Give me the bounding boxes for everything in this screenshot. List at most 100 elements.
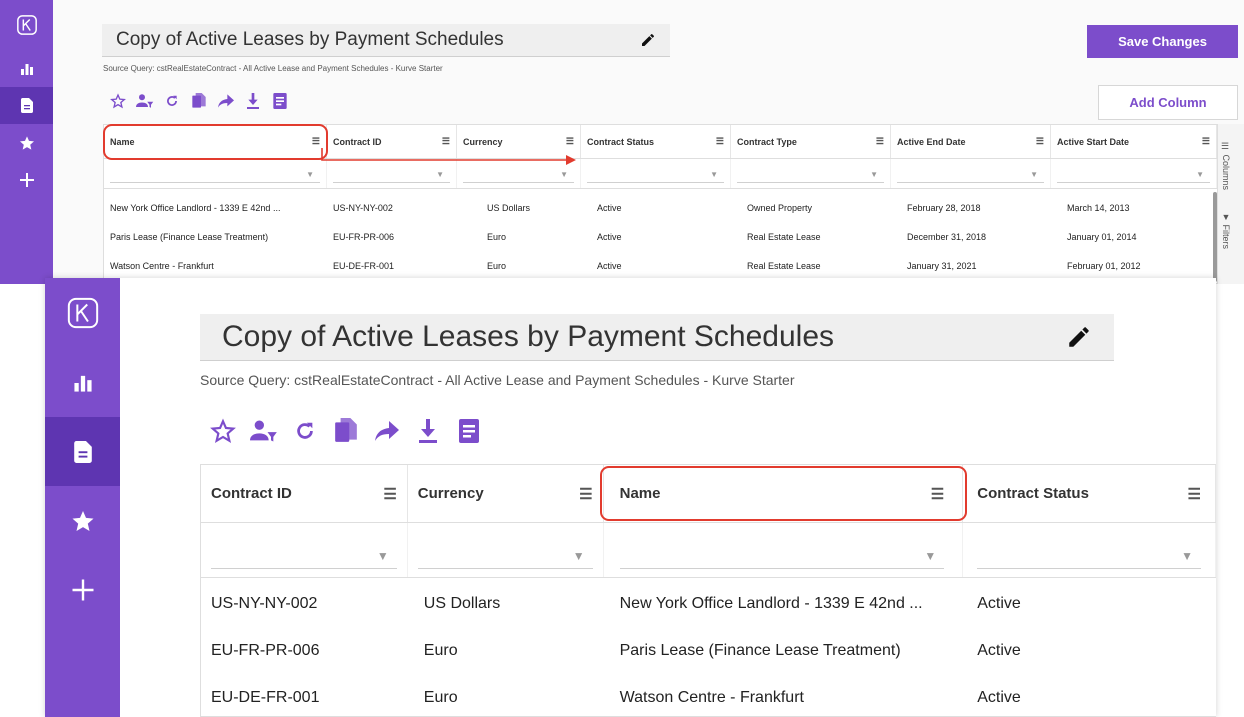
document-icon[interactable] xyxy=(45,417,120,486)
add-column-button[interactable]: Add Column xyxy=(1098,85,1238,120)
star-icon[interactable] xyxy=(0,124,53,161)
column-menu-icon[interactable]: ☰ xyxy=(1036,136,1044,147)
cell-active-end-date: December 31, 2018 xyxy=(907,231,987,242)
filter-input[interactable]: ▼ xyxy=(110,167,320,183)
filter-icon[interactable]: ▼ xyxy=(1181,549,1193,563)
bar-chart-icon[interactable] xyxy=(45,348,120,417)
star-outline-icon[interactable] xyxy=(209,417,237,445)
column-menu-icon[interactable]: ☰ xyxy=(442,136,450,147)
share-icon[interactable] xyxy=(373,417,401,445)
filter-input[interactable]: ▼ xyxy=(463,167,574,183)
column-header-contract-status[interactable]: Contract Status ☰ xyxy=(581,125,731,158)
filter-input[interactable]: ▼ xyxy=(587,167,724,183)
table-row[interactable]: Watson Centre - Frankfurt EU-DE-FR-001 E… xyxy=(104,251,1217,280)
kurve-logo-icon[interactable] xyxy=(16,0,38,50)
filter-icon[interactable]: ▼ xyxy=(710,170,718,179)
filter-input[interactable]: ▼ xyxy=(333,167,450,183)
filter-icon[interactable]: ▼ xyxy=(924,549,936,563)
table-row[interactable]: New York Office Landlord - 1339 E 42nd .… xyxy=(104,193,1217,222)
notes-icon[interactable] xyxy=(455,417,483,445)
column-menu-icon[interactable]: ☰ xyxy=(312,136,320,147)
download-icon[interactable] xyxy=(414,417,442,445)
column-header-currency[interactable]: Currency ☰ xyxy=(457,125,581,158)
share-icon[interactable] xyxy=(216,91,236,111)
star-outline-icon[interactable] xyxy=(108,91,128,111)
column-menu-icon[interactable]: ☰ xyxy=(931,485,944,503)
document-icon[interactable] xyxy=(0,87,53,124)
column-header-label: Active End Date xyxy=(897,136,966,147)
column-menu-icon[interactable]: ☰ xyxy=(1202,136,1210,147)
grid-header-row: Contract ID ☰ Currency ☰ Name ☰ Contract St… xyxy=(201,465,1216,523)
column-menu-icon[interactable]: ☰ xyxy=(579,485,592,503)
sidebar xyxy=(45,278,120,717)
table-row[interactable]: EU-FR-PR-006 Euro Paris Lease (Finance L… xyxy=(201,627,1216,674)
report-title-field[interactable]: Copy of Active Leases by Payment Schedul… xyxy=(102,24,670,57)
notes-icon[interactable] xyxy=(270,91,290,111)
cell-contract-id: US-NY-NY-002 xyxy=(333,202,393,213)
filter-input[interactable]: ▼ xyxy=(619,544,945,569)
table-row[interactable]: EU-DE-FR-001 Euro Watson Centre - Frankf… xyxy=(201,674,1216,716)
filter-cell: ▼ xyxy=(327,159,457,188)
filter-icon[interactable]: ▼ xyxy=(377,549,389,563)
plus-icon[interactable] xyxy=(0,161,53,198)
filter-icon[interactable]: ▼ xyxy=(573,549,585,563)
bar-chart-icon[interactable] xyxy=(0,50,53,87)
filter-input[interactable]: ▼ xyxy=(897,167,1044,183)
filter-input[interactable]: ▼ xyxy=(1057,167,1210,183)
column-header-currency[interactable]: Currency ☰ xyxy=(408,465,604,522)
table-row[interactable]: US-NY-NY-002 US Dollars New York Office … xyxy=(201,580,1216,627)
filter-cell: ▼ xyxy=(104,159,327,188)
column-menu-icon[interactable]: ☰ xyxy=(876,136,884,147)
filter-cell: ▼ xyxy=(1051,159,1217,188)
source-query-label: Source Query: cstRealEstateContract - Al… xyxy=(200,372,795,388)
cell-currency: Euro xyxy=(487,231,507,242)
cell-currency: US Dollars xyxy=(487,202,531,213)
user-filter-icon[interactable] xyxy=(135,91,155,111)
cell-contract-status: Active xyxy=(977,594,1021,612)
plus-icon[interactable] xyxy=(45,555,120,624)
star-icon[interactable] xyxy=(45,486,120,555)
column-header-contract-type[interactable]: Contract Type ☰ xyxy=(731,125,891,158)
refresh-icon[interactable] xyxy=(291,417,319,445)
column-header-contract-id[interactable]: Contract ID ☰ xyxy=(327,125,457,158)
cell-name: New York Office Landlord - 1339 E 42nd .… xyxy=(619,594,923,612)
report-title-field[interactable]: Copy of Active Leases by Payment Schedul… xyxy=(200,314,1114,361)
column-header-contract-id[interactable]: Contract ID ☰ xyxy=(201,465,408,522)
save-changes-button[interactable]: Save Changes xyxy=(1087,25,1238,58)
column-header-name[interactable]: Name ☰ xyxy=(104,125,327,158)
column-header-active-end-date[interactable]: Active End Date ☰ xyxy=(891,125,1051,158)
edit-pencil-icon[interactable] xyxy=(640,32,656,48)
filter-icon[interactable]: ▼ xyxy=(306,170,314,179)
column-header-contract-status[interactable]: Contract Status ☰ xyxy=(963,465,1216,522)
column-header-active-start-date[interactable]: Active Start Date ☰ xyxy=(1051,125,1217,158)
filter-input[interactable]: ▼ xyxy=(417,544,593,569)
copy-icon[interactable] xyxy=(332,417,360,445)
filter-icon[interactable]: ▼ xyxy=(870,170,878,179)
kurve-logo-icon[interactable] xyxy=(66,278,100,348)
copy-icon[interactable] xyxy=(189,91,209,111)
cell-currency: Euro xyxy=(487,260,507,271)
filter-row: ▼ ▼ ▼ ▼ xyxy=(201,523,1216,578)
refresh-icon[interactable] xyxy=(162,91,182,111)
columns-tab[interactable]: ☰ Columns xyxy=(1221,142,1231,190)
filter-icon[interactable]: ▼ xyxy=(436,170,444,179)
download-icon[interactable] xyxy=(243,91,263,111)
filter-icon[interactable]: ▼ xyxy=(560,170,568,179)
column-menu-icon[interactable]: ☰ xyxy=(383,485,396,503)
filters-tab[interactable]: ▼ Filters xyxy=(1221,212,1231,249)
column-menu-icon[interactable]: ☰ xyxy=(566,136,574,147)
column-menu-icon[interactable]: ☰ xyxy=(1188,485,1201,503)
filter-input[interactable]: ▼ xyxy=(737,167,884,183)
filter-input[interactable]: ▼ xyxy=(977,544,1201,569)
cell-active-end-date: February 28, 2018 xyxy=(907,202,981,213)
filter-icon[interactable]: ▼ xyxy=(1196,170,1204,179)
column-menu-icon[interactable]: ☰ xyxy=(716,136,724,147)
user-filter-icon[interactable] xyxy=(250,417,278,445)
cell-active-end-date: January 31, 2021 xyxy=(907,260,977,271)
filter-input[interactable]: ▼ xyxy=(211,544,397,569)
table-row[interactable]: Paris Lease (Finance Lease Treatment) EU… xyxy=(104,222,1217,251)
edit-pencil-icon[interactable] xyxy=(1066,324,1092,350)
column-header-name[interactable]: Name ☰ xyxy=(604,465,964,522)
filter-icon[interactable]: ▼ xyxy=(1030,170,1038,179)
cell-name: Paris Lease (Finance Lease Treatment) xyxy=(110,231,269,242)
